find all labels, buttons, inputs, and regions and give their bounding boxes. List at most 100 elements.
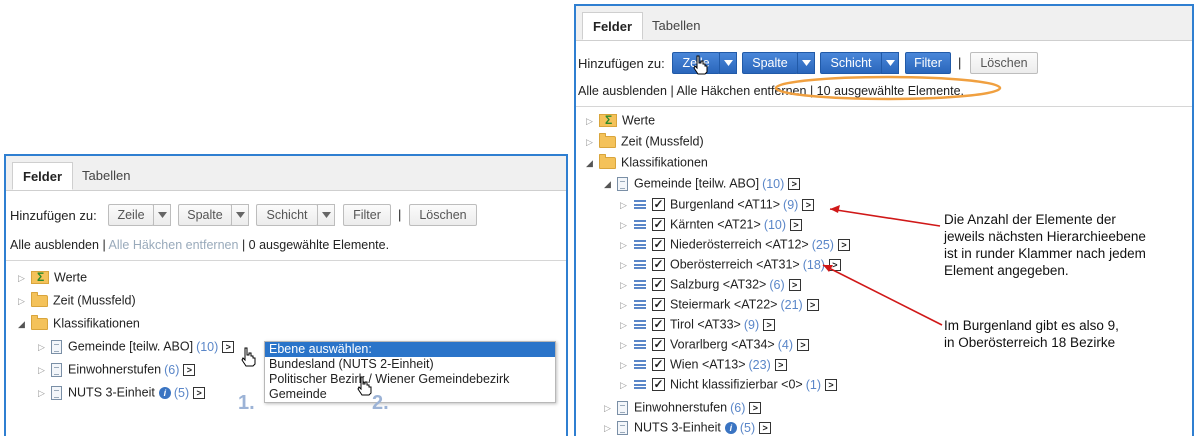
- remove-checks-link[interactable]: Alle Häkchen entfernen: [677, 84, 807, 98]
- drag-handle-icon[interactable]: [634, 200, 646, 210]
- tree-node-state[interactable]: ▷ ✓ Vorarlberg <AT34> (4) >: [620, 335, 809, 353]
- drag-handle-icon[interactable]: [634, 340, 646, 350]
- expand-icon[interactable]: ▷: [620, 256, 630, 274]
- column-dropdown-caret[interactable]: [231, 204, 249, 226]
- expand-icon[interactable]: ▷: [604, 399, 614, 417]
- tree-node-state[interactable]: ▷ ✓ Burgenland <AT11> (9) >: [620, 195, 815, 214]
- tree-node-einwohnerstufen[interactable]: ▷ Einwohnerstufen (6) >: [604, 398, 762, 417]
- level-select-button[interactable]: >: [193, 386, 206, 399]
- checkbox[interactable]: ✓: [652, 278, 665, 292]
- tree-node-werte[interactable]: ▷ Σ Werte: [18, 268, 87, 286]
- level-select-button[interactable]: >: [222, 340, 235, 353]
- column-dropdown-caret[interactable]: [797, 52, 815, 74]
- expand-icon[interactable]: ▷: [38, 338, 48, 356]
- expand-icon[interactable]: ▷: [18, 269, 28, 287]
- level-select-button[interactable]: >: [806, 298, 819, 311]
- expand-icon[interactable]: ▷: [586, 112, 596, 130]
- column-button[interactable]: Spalte: [178, 204, 232, 226]
- layer-dropdown-caret[interactable]: [317, 204, 335, 226]
- level-select-button[interactable]: >: [183, 363, 196, 376]
- expand-icon[interactable]: ▷: [620, 356, 630, 374]
- level-select-button[interactable]: >: [828, 258, 841, 271]
- layer-dropdown-caret[interactable]: [881, 52, 899, 74]
- checkbox[interactable]: ✓: [652, 318, 665, 332]
- level-select-button[interactable]: >: [763, 318, 776, 331]
- tree-node-einwohnerstufen[interactable]: ▷ Einwohnerstufen (6) >: [38, 360, 196, 379]
- tree-node-klassifikationen[interactable]: ◢ Klassifikationen: [18, 314, 140, 332]
- level-select-button[interactable]: >: [759, 421, 772, 434]
- hide-all-link[interactable]: Alle ausblenden: [578, 84, 667, 98]
- tree-node-klassifikationen[interactable]: ◢ Klassifikationen: [586, 153, 708, 171]
- tab-felder[interactable]: Felder: [582, 12, 644, 40]
- level-select-button[interactable]: >: [790, 218, 803, 231]
- drag-handle-icon[interactable]: [634, 280, 646, 290]
- tree-node-state[interactable]: ▷ ✓ Salzburg <AT32> (6) >: [620, 275, 801, 293]
- level-select-button[interactable]: >: [796, 338, 809, 351]
- tree-node-state[interactable]: ▷ ✓ Wien <AT13> (23) >: [620, 355, 787, 373]
- tree-node-state[interactable]: ▷ ✓ Tirol <AT33> (9) >: [620, 315, 776, 334]
- level-select-button[interactable]: >: [749, 401, 762, 414]
- drag-handle-icon[interactable]: [634, 220, 646, 230]
- row-button[interactable]: Zeile: [108, 204, 154, 226]
- level-select-button[interactable]: >: [788, 177, 801, 190]
- collapse-icon[interactable]: ◢: [18, 315, 28, 333]
- checkbox[interactable]: ✓: [652, 238, 665, 252]
- collapse-icon[interactable]: ◢: [604, 175, 614, 193]
- drag-handle-icon[interactable]: [634, 360, 646, 370]
- tree-node-gemeinde[interactable]: ▷ Gemeinde [teilw. ABO] (10) >: [38, 337, 235, 356]
- tree-node-state[interactable]: ▷ ✓ Nicht klassifizierbar <0> (1) >: [620, 375, 837, 393]
- checkbox[interactable]: ✓: [652, 358, 665, 372]
- drag-handle-icon[interactable]: [634, 260, 646, 270]
- checkbox[interactable]: ✓: [652, 378, 665, 392]
- tree-node-zeit[interactable]: ▷ Zeit (Mussfeld): [18, 291, 136, 309]
- checkbox[interactable]: ✓: [652, 298, 665, 312]
- expand-icon[interactable]: ▷: [620, 236, 630, 254]
- dropdown-option-gemeinde[interactable]: Gemeinde: [265, 387, 555, 402]
- tree-node-werte[interactable]: ▷ Σ Werte: [586, 111, 655, 129]
- row-dropdown-caret[interactable]: [719, 52, 737, 74]
- column-button[interactable]: Spalte: [742, 52, 798, 74]
- tree-node-nuts3[interactable]: ▷ NUTS 3-Einheit i (5) >: [604, 418, 772, 436]
- expand-icon[interactable]: ▷: [620, 296, 630, 314]
- expand-icon[interactable]: ▷: [620, 196, 630, 214]
- checkbox[interactable]: ✓: [652, 258, 665, 272]
- level-select-button[interactable]: >: [837, 238, 850, 251]
- tree-node-nuts3[interactable]: ▷ NUTS 3-Einheit i (5) >: [38, 383, 206, 402]
- expand-icon[interactable]: ▷: [620, 336, 630, 354]
- filter-button[interactable]: Filter: [343, 204, 391, 226]
- dropdown-option-bezirk[interactable]: Politischer Bezirk / Wiener Gemeindebezi…: [265, 372, 555, 387]
- info-icon[interactable]: i: [158, 386, 171, 399]
- layer-button[interactable]: Schicht: [820, 52, 882, 74]
- checkbox[interactable]: ✓: [652, 198, 665, 212]
- level-select-button[interactable]: >: [824, 378, 837, 391]
- level-select-button[interactable]: >: [788, 278, 801, 291]
- delete-button[interactable]: Löschen: [970, 52, 1038, 74]
- expand-icon[interactable]: ▷: [38, 384, 48, 402]
- level-select-button[interactable]: >: [802, 198, 815, 211]
- drag-handle-icon[interactable]: [634, 300, 646, 310]
- expand-icon[interactable]: ▷: [620, 276, 630, 294]
- row-dropdown-caret[interactable]: [153, 204, 171, 226]
- filter-button[interactable]: Filter: [905, 52, 951, 74]
- hide-all-link[interactable]: Alle ausblenden: [10, 238, 99, 252]
- tree-node-zeit[interactable]: ▷ Zeit (Mussfeld): [586, 132, 704, 150]
- collapse-icon[interactable]: ◢: [586, 154, 596, 172]
- tree-node-state[interactable]: ▷ ✓ Steiermark <AT22> (21) >: [620, 295, 819, 313]
- expand-icon[interactable]: ▷: [620, 216, 630, 234]
- tree-node-gemeinde[interactable]: ◢ Gemeinde [teilw. ABO] (10) >: [604, 174, 801, 193]
- dropdown-option-bundesland[interactable]: Bundesland (NUTS 2-Einheit): [265, 357, 555, 372]
- tree-node-state[interactable]: ▷ ✓ Oberösterreich <AT31> (18) >: [620, 255, 841, 273]
- expand-icon[interactable]: ▷: [620, 316, 630, 334]
- tree-node-state[interactable]: ▷ ✓ Niederösterreich <AT12> (25) >: [620, 235, 850, 253]
- drag-handle-icon[interactable]: [634, 380, 646, 390]
- level-select-button[interactable]: >: [774, 358, 787, 371]
- expand-icon[interactable]: ▷: [18, 292, 28, 310]
- expand-icon[interactable]: ▷: [620, 376, 630, 394]
- expand-icon[interactable]: ▷: [586, 133, 596, 151]
- expand-icon[interactable]: ▷: [38, 361, 48, 379]
- checkbox[interactable]: ✓: [652, 338, 665, 352]
- remove-checks-link[interactable]: Alle Häkchen entfernen: [109, 238, 239, 252]
- tree-node-state[interactable]: ▷ ✓ Kärnten <AT21> (10) >: [620, 215, 803, 234]
- expand-icon[interactable]: ▷: [604, 419, 614, 436]
- checkbox[interactable]: ✓: [652, 218, 665, 232]
